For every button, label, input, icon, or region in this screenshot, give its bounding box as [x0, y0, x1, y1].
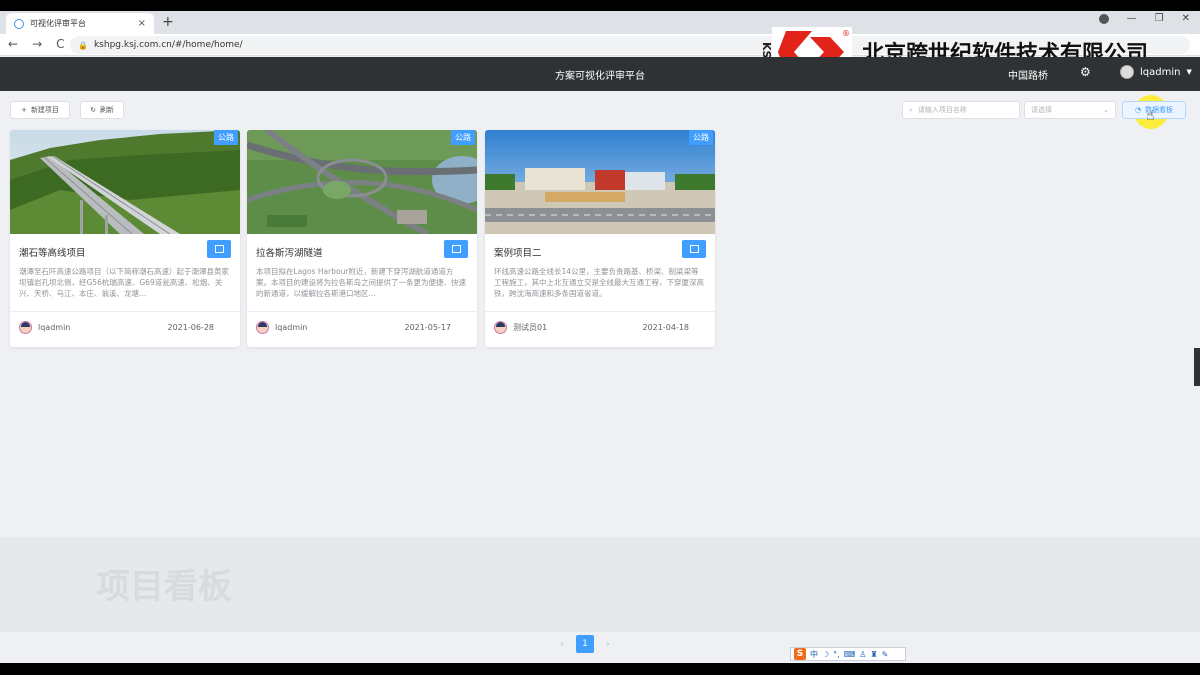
forward-icon[interactable]: →	[32, 37, 42, 51]
refresh-label: 刷新	[99, 106, 114, 114]
owner-name: 测试员01	[513, 323, 548, 332]
project-card[interactable]: 公路 拉各斯泻湖隧道 本项目拟在Lagos Harbour附近，新建下穿泻湖航道…	[247, 130, 477, 347]
project-description: 本项目拟在Lagos Harbour附近，新建下穿泻湖航道通道方案。本项目的建设…	[256, 267, 466, 298]
project-title[interactable]: 潮石等高线项目	[19, 245, 86, 259]
avatar	[1120, 65, 1134, 79]
hand-cursor-icon: ☝	[1146, 108, 1155, 124]
view-chart-button[interactable]	[682, 240, 706, 258]
project-owner: lqadmin	[256, 321, 307, 334]
avatar	[19, 321, 32, 334]
chart-icon	[214, 245, 224, 253]
project-date: 2021-05-17	[404, 323, 452, 332]
side-handle[interactable]	[1194, 348, 1200, 386]
project-image: 公路	[10, 130, 240, 234]
project-owner: 测试员01	[494, 321, 547, 334]
chart-icon	[689, 245, 699, 253]
project-title[interactable]: 拉各斯泻湖隧道	[256, 245, 323, 259]
refresh-icon: ↻	[90, 106, 96, 114]
project-owner: lqadmin	[19, 321, 70, 334]
project-card[interactable]: 公路 案例项目二 环线高速公路全线长14公里，主要负责路基、桥梁、制梁梁等工程施…	[485, 130, 715, 347]
project-card[interactable]: 公路 潮石等高线项目 潮潭至石阡高速公路项目（以下简称潮石高速）起于潮潭县黄家坝…	[10, 130, 240, 347]
app-header: 方案可视化评审平台 中国路桥 ⚙ lqadmin ▼	[0, 57, 1200, 91]
new-project-label: 新建项目	[30, 106, 59, 114]
skin-icon[interactable]: ♜	[870, 650, 877, 659]
divider	[247, 311, 477, 312]
maximize-icon[interactable]: ❐	[1155, 13, 1164, 24]
project-title[interactable]: 案例项目二	[494, 245, 542, 259]
prev-page-button[interactable]: ‹	[560, 639, 564, 650]
chart-icon	[451, 245, 461, 253]
close-window-icon[interactable]: ✕	[1182, 13, 1190, 24]
chevron-down-icon: ▼	[1186, 68, 1192, 76]
ghost-overlay-text: 项目看板	[96, 567, 232, 607]
moon-icon[interactable]: ☽	[822, 650, 829, 659]
url-text: kshpg.ksj.com.cn/#/home/home/	[93, 40, 243, 50]
search-placeholder: 请输入项目名称	[917, 106, 967, 114]
divider	[10, 311, 240, 312]
window-controls: — ❐ ✕	[1098, 13, 1190, 24]
chart-icon: ◔	[1134, 106, 1142, 114]
back-icon[interactable]: ←	[8, 37, 18, 51]
divider	[485, 311, 715, 312]
username: lqadmin	[1140, 66, 1181, 78]
ime-lang-toggle[interactable]: 中	[810, 649, 818, 660]
owner-name: lqadmin	[275, 323, 308, 332]
tab-title: 可视化评审平台	[30, 19, 86, 28]
project-date: 2021-06-28	[167, 323, 215, 332]
close-tab-icon[interactable]: ×	[138, 18, 146, 29]
avatar	[256, 321, 269, 334]
profile-icon[interactable]	[1098, 13, 1109, 24]
user-menu[interactable]: lqadmin ▼	[1120, 65, 1192, 79]
refresh-button[interactable]: ↻ 刷新	[80, 101, 124, 119]
user-icon[interactable]: ♙	[859, 650, 866, 659]
project-description: 环线高速公路全线长14公里，主要负责路基、桥梁、制梁梁等工程施工，其中上北互通立…	[494, 267, 704, 298]
next-page-button[interactable]: ›	[606, 639, 610, 650]
avatar	[494, 321, 507, 334]
settings-icon[interactable]: ⚙	[1080, 65, 1091, 79]
lock-icon: 🔒	[78, 40, 88, 50]
punct-icon[interactable]: °,	[833, 650, 840, 659]
reload-icon[interactable]: C	[56, 37, 64, 51]
search-icon: ⌕	[909, 105, 913, 114]
view-chart-button[interactable]	[444, 240, 468, 258]
wrench-icon[interactable]: ✎	[882, 650, 889, 659]
category-tag: 公路	[689, 130, 713, 145]
category-tag: 公路	[214, 130, 238, 145]
minimize-icon[interactable]: —	[1127, 13, 1137, 24]
registered-mark: ®	[842, 29, 850, 38]
pagination: ‹ 1 ›	[560, 635, 610, 653]
project-image: 公路	[247, 130, 477, 234]
project-image: 公路	[485, 130, 715, 234]
chevron-down-icon: ⌄	[1103, 106, 1109, 114]
ime-logo-icon[interactable]: S	[794, 648, 806, 660]
browser-nav: ← → C	[8, 37, 65, 51]
app-frame: 可视化评审平台 × + — ❐ ✕ ← → C 🔒 kshpg.ksj.com.…	[0, 11, 1200, 663]
view-chart-button[interactable]	[207, 240, 231, 258]
keyboard-icon[interactable]: ⌨	[844, 650, 856, 659]
site-favicon-icon	[14, 18, 24, 29]
map-link[interactable]: 中国路桥	[1008, 67, 1048, 82]
new-project-button[interactable]: + 新建项目	[10, 101, 70, 119]
plus-icon: +	[21, 106, 27, 114]
ime-toolbar: S 中 ☽ °, ⌨ ♙ ♜ ✎	[790, 647, 906, 661]
select-placeholder: 请选择	[1031, 106, 1052, 114]
new-tab-button[interactable]: +	[162, 14, 174, 30]
owner-name: lqadmin	[38, 323, 71, 332]
category-select[interactable]: 请选择 ⌄	[1024, 101, 1116, 119]
current-page-button[interactable]: 1	[576, 635, 594, 653]
project-description: 潮潭至石阡高速公路项目（以下简称潮石高速）起于潮潭县黄家坝镇岩孔坝北侧，经G56…	[19, 267, 229, 298]
browser-tab[interactable]: 可视化评审平台 ×	[6, 13, 154, 34]
project-date: 2021-04-18	[642, 323, 690, 332]
category-tag: 公路	[451, 130, 475, 145]
search-input[interactable]: ⌕ 请输入项目名称	[902, 101, 1020, 119]
